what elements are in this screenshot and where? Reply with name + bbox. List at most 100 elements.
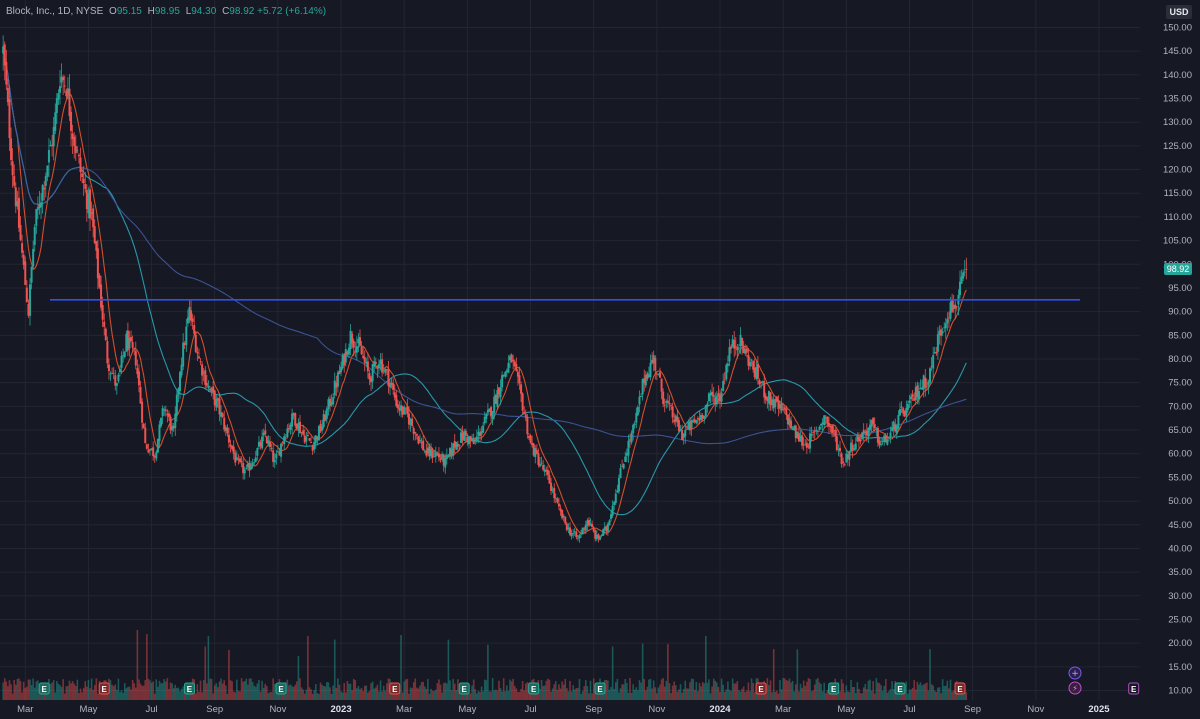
volume-bar <box>698 683 701 700</box>
volume-bar <box>194 693 197 700</box>
volume-bar <box>801 687 803 700</box>
volume-bar <box>558 684 560 700</box>
volume-bar <box>584 679 587 700</box>
candle-body <box>131 342 134 348</box>
volume-bar <box>297 655 300 700</box>
volume-bar <box>951 691 953 700</box>
price-chart[interactable]: E E E E E E E E E E E E E + ⚡ 150.00 145.00 140.00 135.00 1… <box>0 0 1200 719</box>
x-axis-label: Jul <box>524 704 536 715</box>
volume-bar <box>326 682 328 700</box>
candle-body <box>540 462 543 464</box>
volume-bar <box>237 690 240 700</box>
volume-bar <box>387 678 390 700</box>
candle-body <box>706 403 709 407</box>
volume-bar <box>52 680 55 700</box>
volume-bar <box>267 693 270 700</box>
volume-bar <box>637 690 639 700</box>
volume-bar <box>566 688 568 700</box>
volume-bar <box>133 683 136 700</box>
candle-body <box>537 453 540 465</box>
volume-bar <box>403 681 406 700</box>
candle-body <box>250 466 253 470</box>
volume-bar <box>725 689 728 700</box>
volume-bar <box>90 678 93 700</box>
volume-bar <box>114 684 117 700</box>
candle-body <box>422 440 425 451</box>
volume-bar <box>442 683 445 700</box>
volume-bar <box>607 680 609 700</box>
volume-bar <box>649 678 652 700</box>
x-axis-label: Mar <box>396 704 412 715</box>
volume-bar <box>747 682 750 700</box>
volume-bar <box>752 682 754 700</box>
volume-bar <box>199 680 202 700</box>
volume-bar <box>171 683 173 700</box>
volume-bar <box>656 693 658 700</box>
candle-body <box>107 364 110 372</box>
volume-bar <box>160 683 162 700</box>
volume-bar <box>543 685 546 700</box>
volume-bar <box>644 690 647 700</box>
candle-body <box>93 226 96 244</box>
volume-bar <box>512 678 514 700</box>
volume-bar <box>16 679 19 700</box>
candle-body <box>578 535 581 539</box>
candle-body <box>158 424 161 442</box>
volume-bar <box>700 686 702 700</box>
candle-body <box>695 420 698 424</box>
volume-bar <box>559 688 562 700</box>
volume-bar <box>411 688 413 700</box>
candle-body <box>512 359 515 361</box>
candle-body <box>194 334 197 352</box>
volume-bar <box>250 678 252 700</box>
candle-body <box>145 444 148 449</box>
candle-body <box>475 436 478 442</box>
candle-body <box>831 425 834 434</box>
candle-body <box>164 409 167 412</box>
volume-bar <box>635 687 638 700</box>
volume-bar <box>482 691 484 700</box>
volume-bar <box>524 683 527 700</box>
candle-body <box>944 323 947 329</box>
x-axis-label: Jul <box>903 704 915 715</box>
volume-bar <box>930 684 933 700</box>
volume-bar <box>809 679 811 700</box>
volume-bar <box>371 681 374 700</box>
volume-bar <box>360 687 363 700</box>
volume-bar <box>367 692 369 700</box>
y-axis-label: 20.00 <box>1168 638 1192 649</box>
volume-bar <box>305 689 308 700</box>
candle-body <box>103 321 106 327</box>
volume-bar <box>206 683 208 700</box>
volume-bar <box>706 682 709 700</box>
volume-bar <box>806 681 808 700</box>
volume-bar <box>749 691 751 700</box>
volume-bar <box>63 693 66 700</box>
candle-body <box>602 529 605 536</box>
volume-bar <box>359 689 361 700</box>
volume-bar <box>875 678 878 700</box>
volume-bar <box>744 692 747 700</box>
volume-bar <box>889 688 892 700</box>
candle-body <box>371 364 374 382</box>
earnings-marker-label: E <box>758 685 764 694</box>
volume-bar <box>785 680 788 700</box>
x-axis-label: Mar <box>17 704 33 715</box>
volume-bar <box>927 690 930 700</box>
volume-bar <box>258 679 260 700</box>
volume-bar <box>86 686 88 700</box>
volume-bar <box>746 690 748 700</box>
volume-bar <box>248 678 251 700</box>
volume-bar <box>570 691 573 700</box>
volume-bar <box>766 678 769 700</box>
volume-bar <box>18 678 20 700</box>
volume-bar <box>3 678 6 700</box>
volume-bar <box>564 678 567 700</box>
legend-symbol[interactable]: Block, Inc., 1D, NYSE <box>6 6 103 17</box>
volume-bar <box>71 681 74 700</box>
candle-body <box>679 429 682 431</box>
currency-button[interactable]: USD <box>1166 5 1192 19</box>
volume-bar <box>251 681 254 700</box>
candle-body <box>763 381 766 398</box>
volume-bar <box>349 683 352 700</box>
